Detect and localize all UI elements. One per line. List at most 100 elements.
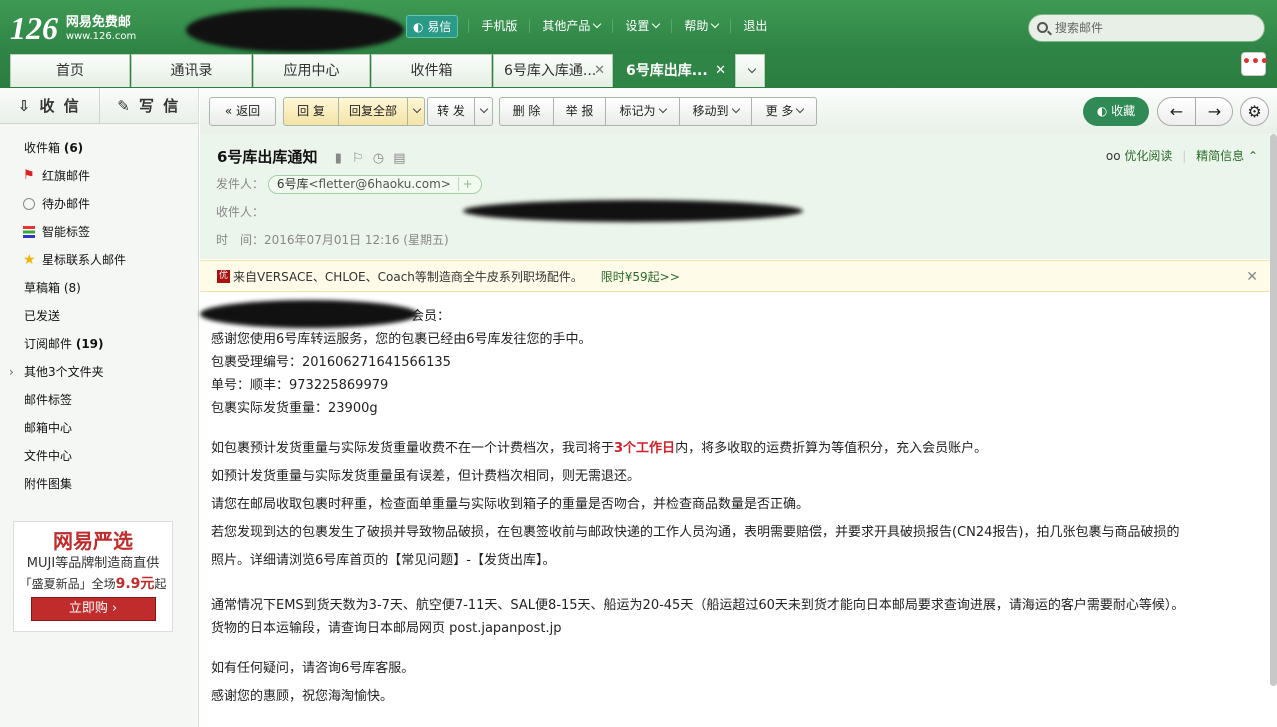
- red-flag-icon: ⚑: [23, 168, 35, 183]
- mail-subject: 6号库出库通知 ▮ ⚐ ◷ ▤: [217, 148, 406, 166]
- chevron-down-icon: [731, 104, 740, 114]
- body-line: 请您在邮局收取包裹时秤重，检查面单重量与实际收到箱子的重量是否吻合，并检查商品数…: [211, 497, 810, 512]
- tab-home[interactable]: 首页: [10, 54, 130, 87]
- promo-notice: 优 来自VERSACE、CHLOE、Coach等制造商全牛皮系列职场配件。 限时…: [200, 260, 1270, 292]
- folder-mailbox-center[interactable]: 邮箱中心: [0, 414, 198, 442]
- tags-icon: [23, 226, 35, 238]
- close-icon[interactable]: ✕: [715, 55, 726, 87]
- arrow-right-icon[interactable]: →: [1196, 98, 1233, 125]
- sender-chip[interactable]: 6号库<fletter@6haoku.com> +: [267, 175, 482, 194]
- forward-group: 转 发: [427, 97, 493, 126]
- body-line: 通常情况下EMS到货天数为3-7天、航空便7-11天、SAL便8-15天、船运为…: [211, 598, 1185, 613]
- chevron-down-icon: [747, 64, 757, 74]
- tab-outbound-notice[interactable]: 6号库出库... ✕: [614, 54, 734, 87]
- chevron-down-icon: [593, 19, 602, 29]
- tab-inbox[interactable]: 收件箱: [371, 54, 492, 87]
- nav-mobile[interactable]: 手机版: [468, 19, 529, 33]
- nav-settings[interactable]: 设置: [612, 19, 671, 33]
- chevron-down-icon: [412, 104, 421, 114]
- clock-icon[interactable]: ◷: [373, 151, 384, 166]
- print-icon[interactable]: ▤: [393, 151, 405, 166]
- close-icon[interactable]: ✕: [594, 55, 605, 87]
- logo-title: 网易免费邮: [65, 15, 131, 30]
- folder-mail-tags[interactable]: 邮件标签: [0, 386, 198, 414]
- folder-file-center[interactable]: 文件中心: [0, 442, 198, 470]
- body-line: 包裹受理编号：201606271641566135: [211, 355, 451, 370]
- body-line: 包裹实际发货重量：23900g: [211, 401, 378, 416]
- brief-info-link[interactable]: 精简信息: [1196, 149, 1244, 163]
- nav-other-products[interactable]: 其他产品: [529, 19, 612, 33]
- delete-button[interactable]: 删 除: [500, 98, 553, 125]
- folder-starred-contacts[interactable]: ★ 星标联系人邮件: [0, 246, 198, 274]
- compose-button[interactable]: ✎ 写 信: [98, 88, 199, 123]
- body-line: 照片。详细请浏览6号库首页的【常见问题】-【发货出库】。: [211, 553, 556, 568]
- more-menu-icon[interactable]: •••: [1241, 52, 1269, 76]
- sidebar-ad[interactable]: 网易严选 MUJI等品牌制造商直供 「盛夏新品」全场9.9元起 立即购 ›: [13, 521, 173, 632]
- tab-list-dropdown[interactable]: [735, 54, 765, 87]
- chevron-down-icon: [796, 104, 805, 114]
- folder-todo[interactable]: 待办邮件: [0, 190, 198, 218]
- search-input[interactable]: 搜索邮件: [1028, 14, 1265, 42]
- chevron-down-icon: [479, 104, 489, 114]
- glasses-icon: oo: [1105, 149, 1121, 163]
- reply-all-button[interactable]: 回复全部: [339, 98, 407, 125]
- pencil-icon: ✎: [117, 97, 132, 115]
- redacted-recipient: [463, 200, 803, 222]
- star-icon: ★: [23, 252, 36, 268]
- forward-dropdown[interactable]: [475, 98, 493, 125]
- top-nav: ◐ 易信 手机版 其他产品 设置 帮助 退出: [406, 14, 779, 38]
- reply-button[interactable]: 回 复: [284, 98, 338, 125]
- tab-bar: 首页 通讯录 应用中心 收件箱 6号库入库通... ✕ 6号库出库... ✕: [10, 54, 766, 88]
- promo-tag-icon: 优: [217, 270, 230, 283]
- ad-buy-button[interactable]: 立即购 ›: [30, 597, 156, 621]
- promo-text: 来自VERSACE、CHLOE、Coach等制造商全牛皮系列职场配件。: [233, 270, 583, 284]
- folder-attachments[interactable]: 附件图集: [0, 470, 198, 498]
- nav-help[interactable]: 帮助: [671, 19, 730, 33]
- report-button[interactable]: 举 报: [554, 98, 605, 125]
- body-line: 感谢您使用6号库转运服务，您的包裹已经由6号库发往您的手中。: [211, 332, 592, 347]
- folder-smart-tags[interactable]: 智能标签: [0, 218, 198, 246]
- double-chevron-left-icon: «: [224, 104, 233, 118]
- folder-sent[interactable]: 已发送: [0, 302, 198, 330]
- clock-icon: [23, 198, 35, 210]
- tab-contacts[interactable]: 通讯录: [131, 54, 252, 87]
- close-icon[interactable]: ✕: [1246, 261, 1258, 293]
- bookmark-icon[interactable]: ▮: [335, 151, 342, 166]
- receive-button[interactable]: ⇩ 收 信: [0, 88, 99, 123]
- mark-as-button[interactable]: 标记为: [606, 98, 679, 125]
- flag-icon[interactable]: ⚐: [352, 151, 364, 166]
- folder-drafts[interactable]: 草稿箱 (8): [0, 274, 198, 302]
- folder-subscriptions[interactable]: 订阅邮件 (19): [0, 330, 198, 358]
- logo[interactable]: 126 网易免费邮 www.126.com: [10, 12, 136, 44]
- more-button[interactable]: 更 多: [752, 98, 817, 125]
- collect-button[interactable]: ◐ 收藏: [1083, 97, 1149, 126]
- reply-dropdown[interactable]: [408, 98, 425, 125]
- optimize-read-link[interactable]: 优化阅读: [1124, 149, 1172, 163]
- forward-button[interactable]: 转 发: [428, 98, 474, 125]
- tab-inbound-notice[interactable]: 6号库入库通... ✕: [493, 54, 613, 87]
- tab-app-center[interactable]: 应用中心: [253, 54, 370, 87]
- settings-button[interactable]: ⚙: [1240, 97, 1269, 126]
- body-line: 感谢您的惠顾，祝您海淘愉快。: [211, 689, 394, 704]
- folder-flagged[interactable]: ⚑ 红旗邮件: [0, 162, 198, 190]
- move-to-button[interactable]: 移动到: [680, 98, 751, 125]
- chevron-right-icon: ›: [9, 365, 14, 379]
- promo-link[interactable]: 限时¥59起>>: [601, 270, 680, 284]
- body-line: 如有任何疑问，请咨询6号库客服。: [211, 661, 415, 676]
- add-contact-icon[interactable]: +: [457, 177, 473, 191]
- nav-logout[interactable]: 退出: [730, 19, 779, 33]
- redacted-account: [186, 8, 404, 52]
- scrollbar[interactable]: [1270, 134, 1277, 686]
- collect-icon: ◐: [1096, 104, 1108, 118]
- arrow-left-icon[interactable]: ←: [1158, 98, 1195, 125]
- yixin-link[interactable]: ◐ 易信: [406, 14, 459, 38]
- body-line: 若您发现到达的包裹发生了破损并导致物品破损，在包裹签收前与邮政快递的工作人员沟通…: [211, 525, 1180, 540]
- prev-next-group: ← →: [1157, 97, 1233, 126]
- to-row: 收件人：: [216, 205, 265, 219]
- folder-inbox[interactable]: 收件箱 (6): [0, 134, 198, 162]
- logo-url: www.126.com: [65, 31, 137, 42]
- back-button[interactable]: « 返回: [209, 97, 276, 126]
- yixin-icon: ◐: [413, 19, 424, 34]
- folder-other[interactable]: › 其他3个文件夹: [0, 358, 198, 386]
- body-line: 如预计发货重量与实际发货重量虽有误差，但计费档次相同，则无需退还。: [211, 469, 641, 484]
